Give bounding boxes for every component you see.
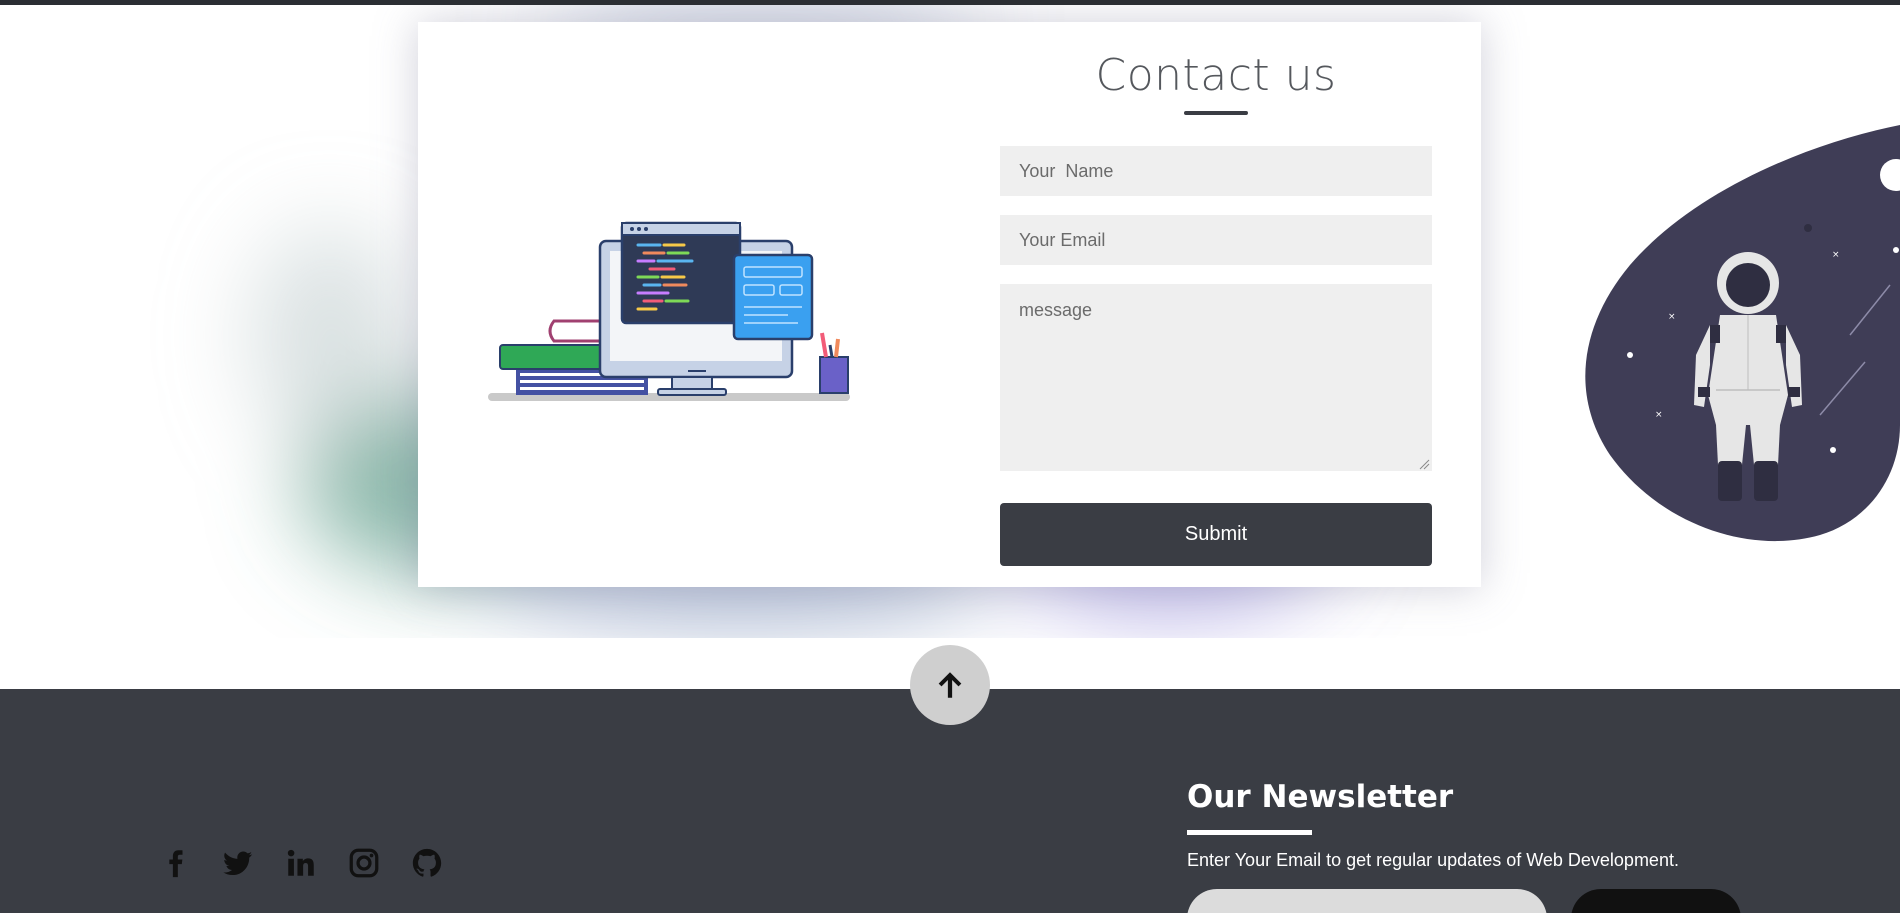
newsletter-description: Enter Your Email to get regular updates …	[1187, 850, 1679, 870]
computer-illustration	[488, 221, 850, 401]
contact-title: Contact us	[1095, 50, 1337, 101]
newsletter-underline	[1187, 830, 1312, 835]
submit-button[interactable]: Submit	[1000, 503, 1432, 566]
instagram-icon[interactable]	[347, 846, 381, 880]
svg-text:×: ×	[1655, 410, 1663, 420]
message-textarea[interactable]	[1000, 284, 1432, 471]
arrow-up-icon	[938, 672, 962, 698]
astronaut-illustration: × × ×	[1585, 125, 1900, 542]
svg-text:×: ×	[1668, 312, 1676, 322]
newsletter-email-input[interactable]	[1187, 889, 1547, 913]
newsletter-title: Our Newsletter	[1187, 779, 1454, 815]
svg-text:×: ×	[1832, 250, 1840, 260]
contact-card: Contact us Submit	[418, 22, 1481, 587]
scroll-to-top-button[interactable]	[910, 645, 990, 725]
email-input[interactable]	[1000, 215, 1432, 265]
github-icon[interactable]	[410, 846, 444, 880]
newsletter-subscribe-button[interactable]	[1571, 889, 1741, 913]
twitter-icon[interactable]	[221, 846, 255, 880]
title-underline	[1184, 111, 1248, 115]
facebook-icon[interactable]	[158, 846, 192, 880]
linkedin-icon[interactable]	[284, 846, 318, 880]
social-links	[158, 846, 444, 880]
resize-grip-icon[interactable]	[1418, 458, 1430, 470]
contact-section: × × × Contact us Your Name Your Email me…	[0, 5, 1900, 638]
name-input[interactable]	[1000, 146, 1432, 196]
